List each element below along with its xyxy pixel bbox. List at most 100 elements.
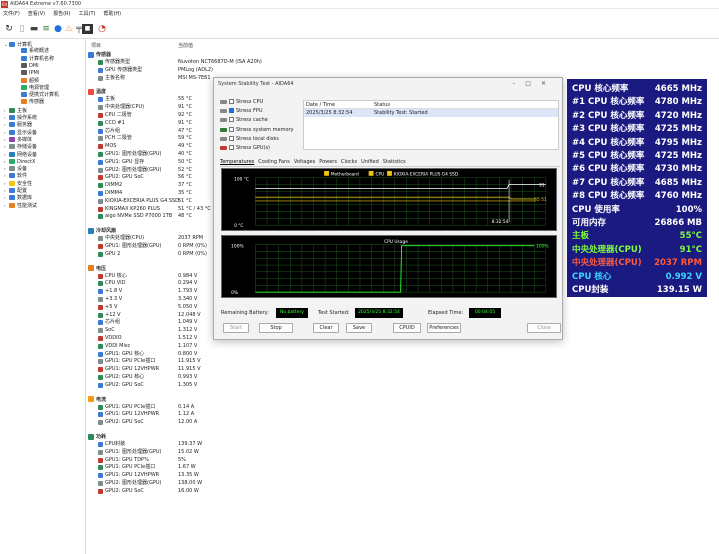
sensor-row[interactable]: GPU2: GPU 核心 0.993 V <box>88 374 303 381</box>
tree-item[interactable]: › 性能测试 <box>4 202 37 210</box>
memory-icon[interactable]: ≡ <box>40 23 52 35</box>
stress-checkbox[interactable] <box>229 117 234 123</box>
stress-checkbox[interactable] <box>229 99 234 104</box>
tab-statistics[interactable]: Statistics <box>383 158 406 167</box>
tree-item[interactable]: 电源管理 <box>16 84 49 92</box>
sensor-value: 91 °C <box>178 104 192 111</box>
sensor-row[interactable]: GPU1: GPU PCIe插口 1.67 W <box>88 464 303 471</box>
sensor-icon <box>98 289 103 295</box>
log-row[interactable]: 2025/3/25 8:32:54 Stability Test: Starte… <box>304 109 558 117</box>
benchmark-icon[interactable]: ■ <box>82 24 93 34</box>
menu-file[interactable]: 文件(F) <box>3 10 20 19</box>
stress-option[interactable]: Stress FPU <box>220 107 263 115</box>
sensor-row[interactable]: GPU1: GPU 12VHPWR 1.12 A <box>88 411 303 418</box>
sensor-value: 5.050 V <box>178 303 198 310</box>
sensor-row[interactable]: GPU2: 图形处理器(GPU) 138.00 W <box>88 480 303 487</box>
tree-item[interactable]: 传感器 <box>16 99 44 106</box>
flat-drive-icon[interactable]: ▬ <box>28 23 40 35</box>
sensor-icon <box>98 382 103 388</box>
menu-tools[interactable]: 工具(T) <box>79 10 96 19</box>
stress-checkbox[interactable] <box>229 135 234 141</box>
sensor-name: CPU封装 <box>105 441 126 447</box>
tree-item[interactable]: DMI <box>16 62 39 70</box>
start-button[interactable]: Start <box>223 323 249 333</box>
sensor-row[interactable]: VDDI Misc 1.107 V <box>88 343 303 350</box>
sensor-row[interactable]: GPU1: GPU 12VHPWR 13.35 W <box>88 472 303 479</box>
cpuid-button[interactable]: CPUID <box>393 323 421 333</box>
sensor-icon <box>98 465 103 471</box>
preferences-button[interactable]: Preferences <box>427 323 461 333</box>
sensor-row[interactable]: GPU2: GPU SoC 1.305 V <box>88 382 303 389</box>
sensor-value: 2037 RPM <box>178 235 204 242</box>
close-button[interactable]: Close <box>527 323 561 333</box>
save-button[interactable]: Save <box>346 323 372 333</box>
sensor-value: 12.00 A <box>178 419 198 426</box>
stress-option[interactable]: Stress GPU(s) <box>220 144 270 152</box>
osd-value: 4665 MHz <box>654 84 702 94</box>
sensor-row[interactable]: GPU2: GPU SoC 12.00 A <box>88 419 303 426</box>
sensor-row[interactable]: CPU封装 139.37 W <box>88 441 303 448</box>
stop-button[interactable]: Stop <box>259 323 293 333</box>
sensor-name: +3.3 V <box>105 296 123 302</box>
tree-item[interactable]: IPMI <box>16 70 39 77</box>
menu-view[interactable]: 查看(V) <box>28 10 45 19</box>
sensor-row[interactable]: GPU 传感器类型 PMLog (ADL2) <box>88 67 303 74</box>
tab-unified[interactable]: Unified <box>361 158 379 167</box>
sensor-row[interactable]: GPU1: GPU TDP% 5% <box>88 457 303 464</box>
tab-cooling-fans[interactable]: Cooling Fans <box>258 158 290 167</box>
tree-item[interactable]: 超频 <box>16 77 39 85</box>
sensor-row[interactable]: GPU1: GPU 核心 0.800 V <box>88 351 303 358</box>
osd-value: 0.992 V <box>665 271 702 282</box>
sensor-icon <box>98 359 103 365</box>
column-header-item[interactable]: 项目 <box>91 42 101 49</box>
sensor-row[interactable]: GPU2: GPU SoC 16.00 W <box>88 488 303 495</box>
stability-test-dialog: System Stability Test - AIDA64 –□✕ Stres… <box>213 77 563 340</box>
stress-option[interactable]: Stress CPU <box>220 98 263 106</box>
test-log[interactable]: Date / Time Status 2025/3/25 8:32:54 Sta… <box>303 100 559 150</box>
tab-powers[interactable]: Powers <box>319 158 337 167</box>
tab-voltages[interactable]: Voltages <box>294 158 315 167</box>
menu-report[interactable]: 报告(R) <box>53 10 70 19</box>
sensor-row[interactable]: GPU1: GPU PCIe插口 0.14 A <box>88 404 303 411</box>
log-header-datetime[interactable]: Date / Time <box>306 101 335 109</box>
report-page-icon[interactable]: ▯ <box>16 23 28 35</box>
tree-item[interactable]: 系统概述 <box>16 48 49 55</box>
column-header-value[interactable]: 当前值 <box>178 42 193 49</box>
sensor-value: 37 °C <box>178 182 192 189</box>
tab-temperatures[interactable]: Temperatures <box>220 158 254 167</box>
section-header: 温度 <box>88 88 106 95</box>
graph2-title: CPU Usage <box>384 239 408 245</box>
log-header-status[interactable]: Status <box>374 101 390 109</box>
sensor-name: PCH 二极管 <box>105 135 132 142</box>
sensor-name: 芯片组 <box>105 319 121 326</box>
refresh-icon[interactable]: ↻ <box>3 23 15 35</box>
gauge-icon[interactable]: ◔ <box>96 23 108 35</box>
stress-checkbox[interactable] <box>229 126 234 132</box>
osd-value: 26866 MB <box>654 218 702 228</box>
osd-row: CPU 使用率 100% <box>572 203 704 217</box>
osd-label: 中央处理器(CPU) <box>572 244 642 255</box>
status-row: Remaining Battery: No battery Test Start… <box>221 307 561 319</box>
stress-checkbox[interactable] <box>229 145 234 150</box>
clear-button[interactable]: Clear <box>313 323 339 333</box>
sensor-icon <box>98 473 103 479</box>
tree-item-label: 服务器 <box>17 122 33 129</box>
osd-label: #8 CPU 核心频率 <box>572 191 645 202</box>
menu-help[interactable]: 帮助(H) <box>103 10 121 19</box>
sensor-row[interactable]: GPU1: GPU 12VHPWR 11.915 V <box>88 366 303 373</box>
tab-clocks[interactable]: Clocks <box>341 158 357 167</box>
sensor-row[interactable]: GPU1: 图形处理器(GPU) 15.02 W <box>88 449 303 456</box>
sensor-value: 50 °C <box>178 158 192 165</box>
stress-option[interactable]: Stress local disks <box>220 135 279 143</box>
sensor-row[interactable]: GPU1: GPU PCIe插口 11.915 V <box>88 358 303 365</box>
stress-option[interactable]: Stress cache <box>220 116 268 124</box>
sensor-value: 15.02 W <box>178 448 199 455</box>
dialog-window-controls[interactable]: –□✕ <box>512 80 556 87</box>
sensor-row[interactable]: 传感器类型 Nuvoton NCT6687D-M (ISA A20h) <box>88 59 303 66</box>
sensor-icon <box>98 297 103 302</box>
stress-checkbox[interactable] <box>229 108 234 114</box>
tree-item-icon <box>9 115 15 120</box>
tree-item[interactable]: 计算机名称 <box>16 55 54 63</box>
sensor-name: GPU1: 图形处理器(GPU) <box>105 448 162 455</box>
stress-option[interactable]: Stress system memory <box>220 126 294 134</box>
